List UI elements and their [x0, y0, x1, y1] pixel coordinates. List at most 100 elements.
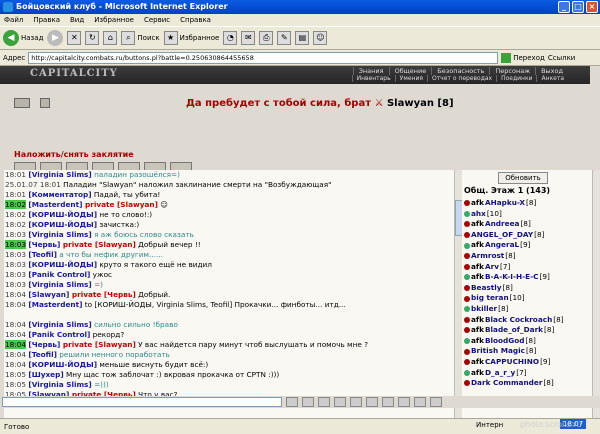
- spell-link[interactable]: Наложить/снять заклятие: [14, 150, 134, 159]
- user-scrollbar[interactable]: [592, 170, 600, 418]
- user-name[interactable]: CAPPUCHINO: [485, 357, 539, 368]
- user-list-item[interactable]: afk AngeraL [9]: [464, 240, 592, 251]
- chat-nick[interactable]: [КОРИШ-ЙОДЫ]: [28, 260, 97, 269]
- home-icon[interactable]: ⌂: [103, 31, 118, 45]
- chat-input[interactable]: [2, 397, 282, 407]
- chat-nick[interactable]: [Шухер]: [28, 370, 63, 379]
- user-list-item[interactable]: Armrost [8]: [464, 251, 592, 262]
- nav-inventory[interactable]: Инвентарь: [351, 75, 395, 82]
- nav-knowledge[interactable]: Знания: [352, 67, 389, 75]
- user-name[interactable]: bkiller: [471, 304, 497, 315]
- chat-nick[interactable]: [Masterdent]: [28, 300, 82, 309]
- address-input[interactable]: http://capitalcity.combats.ru/buttons.pl…: [28, 51, 499, 64]
- nav-exit[interactable]: Выход: [535, 67, 568, 75]
- chat-nick[interactable]: [Virginia Slims]: [28, 280, 91, 289]
- user-list-item[interactable]: British Magic [8]: [464, 346, 592, 357]
- user-name[interactable]: Blade_of_Dark: [485, 325, 543, 336]
- user-name[interactable]: British Magic: [471, 346, 525, 357]
- chat-private-tag[interactable]: private [Slawyan]: [82, 200, 158, 209]
- user-list-item[interactable]: afk AHapku-X [8]: [464, 198, 592, 209]
- chat-nick[interactable]: [Panik Control]: [28, 330, 90, 339]
- forward-button[interactable]: ▶: [47, 30, 64, 46]
- chat-nick[interactable]: [Panik Control]: [28, 270, 90, 279]
- quit-icon[interactable]: [430, 397, 442, 407]
- user-name[interactable]: big teran: [471, 293, 509, 304]
- maximize-button[interactable]: □: [572, 1, 584, 13]
- user-list-item[interactable]: afk CAPPUCHINO [9]: [464, 357, 592, 368]
- links-label[interactable]: Ссылки: [548, 54, 576, 62]
- user-list-item[interactable]: bkiller [8]: [464, 304, 592, 315]
- menu-file[interactable]: Файл: [4, 14, 23, 26]
- info-icon[interactable]: [40, 98, 50, 108]
- nav-transfers[interactable]: Отчет о переводах: [426, 75, 496, 82]
- chat-nick[interactable]: [Teofil]: [28, 250, 57, 259]
- chat-scrollbar[interactable]: [454, 170, 463, 418]
- user-name[interactable]: Arv: [485, 262, 499, 273]
- map-icon[interactable]: [414, 397, 426, 407]
- stop-icon[interactable]: ✕: [67, 31, 82, 45]
- user-list-item[interactable]: Dark Commander [8]: [464, 378, 592, 389]
- chat-nick[interactable]: [КОРИШ-ЙОДЫ]: [28, 360, 97, 369]
- menu-help[interactable]: Справка: [180, 14, 211, 26]
- avatar-icon[interactable]: [14, 98, 30, 108]
- print-icon[interactable]: ⎙: [259, 31, 274, 45]
- chat-nick[interactable]: [Slawyan]: [28, 290, 69, 299]
- user-name[interactable]: B-A-K-I-H-E-C: [485, 272, 539, 283]
- nav-security[interactable]: Безопасность: [431, 67, 489, 75]
- search-button[interactable]: ⌕ Поиск: [121, 31, 160, 45]
- nav-communication[interactable]: Общение: [388, 67, 432, 75]
- user-list-item[interactable]: afk Arv [7]: [464, 262, 592, 273]
- greeting-nick[interactable]: Slawyan [8]: [387, 98, 454, 109]
- go-button[interactable]: Переход: [501, 52, 545, 63]
- refresh-button[interactable]: Обновить: [498, 172, 548, 184]
- menu-tools[interactable]: Сервис: [144, 14, 170, 26]
- user-name[interactable]: AngeraL: [485, 240, 519, 251]
- log-icon[interactable]: [398, 397, 410, 407]
- history-icon[interactable]: ◔: [223, 31, 238, 45]
- chat-nick[interactable]: [Комментатор]: [28, 190, 91, 199]
- chat-nick[interactable]: [Червь]: [28, 340, 60, 349]
- chat-nick[interactable]: [Virginia Slims]: [28, 230, 91, 239]
- chat-nick[interactable]: [Червь]: [28, 240, 60, 249]
- user-name[interactable]: AHapku-X: [485, 198, 525, 209]
- user-name[interactable]: Beastly: [471, 283, 502, 294]
- user-list-item[interactable]: afk Black Cockroach [8]: [464, 315, 592, 326]
- nav-skills[interactable]: Умения: [394, 75, 427, 82]
- edit-icon[interactable]: ✎: [277, 31, 292, 45]
- chat-nick[interactable]: [Teofil]: [28, 350, 57, 359]
- menu-view[interactable]: Вид: [70, 14, 84, 26]
- nav-battles[interactable]: Поединки: [496, 75, 536, 82]
- refresh-icon[interactable]: ↻: [85, 31, 100, 45]
- chat-private-tag[interactable]: private [Slawyan]: [60, 340, 136, 349]
- nav-profile[interactable]: Анкета: [536, 75, 568, 82]
- filter-icon[interactable]: [334, 397, 346, 407]
- user-name[interactable]: ANGEL_OF_DAY: [471, 230, 533, 241]
- chat-nick[interactable]: [Virginia Slims]: [28, 320, 91, 329]
- chat-private-tag[interactable]: private [Slawyan]: [60, 240, 136, 249]
- user-name[interactable]: D_a_r_y: [485, 368, 515, 379]
- settings-icon[interactable]: [350, 397, 362, 407]
- back-button[interactable]: ◀ Назад: [3, 30, 43, 46]
- user-list-item[interactable]: big teran [10]: [464, 293, 592, 304]
- close-button[interactable]: ×: [586, 1, 598, 13]
- translit-icon[interactable]: [366, 397, 378, 407]
- discuss-icon[interactable]: ▤: [295, 31, 310, 45]
- user-list-item[interactable]: afk BloodGod [8]: [464, 336, 592, 347]
- clear-icon[interactable]: [302, 397, 314, 407]
- user-name[interactable]: Armrost: [471, 251, 504, 262]
- menu-favorites[interactable]: Избранное: [94, 14, 134, 26]
- mail-icon[interactable]: ✉: [241, 31, 256, 45]
- user-list-item[interactable]: afk D_a_r_y [7]: [464, 368, 592, 379]
- user-name[interactable]: Dark Commander: [471, 378, 542, 389]
- sound-icon[interactable]: [382, 397, 394, 407]
- favorites-button[interactable]: ★ Избранное: [163, 31, 219, 45]
- chat-nick[interactable]: [Virginia Slims]: [28, 170, 91, 179]
- user-list-item[interactable]: afk Blade_of_Dark [8]: [464, 325, 592, 336]
- user-list-item[interactable]: ANGEL_OF_DAY [8]: [464, 230, 592, 241]
- user-name[interactable]: Black Cockroach: [485, 315, 552, 326]
- chat-nick[interactable]: [Virginia Slims]: [28, 380, 91, 389]
- user-name[interactable]: Andreea: [485, 219, 520, 230]
- user-name[interactable]: ahx: [471, 209, 486, 220]
- user-list-item[interactable]: afk Andreea [8]: [464, 219, 592, 230]
- user-name[interactable]: BloodGod: [485, 336, 525, 347]
